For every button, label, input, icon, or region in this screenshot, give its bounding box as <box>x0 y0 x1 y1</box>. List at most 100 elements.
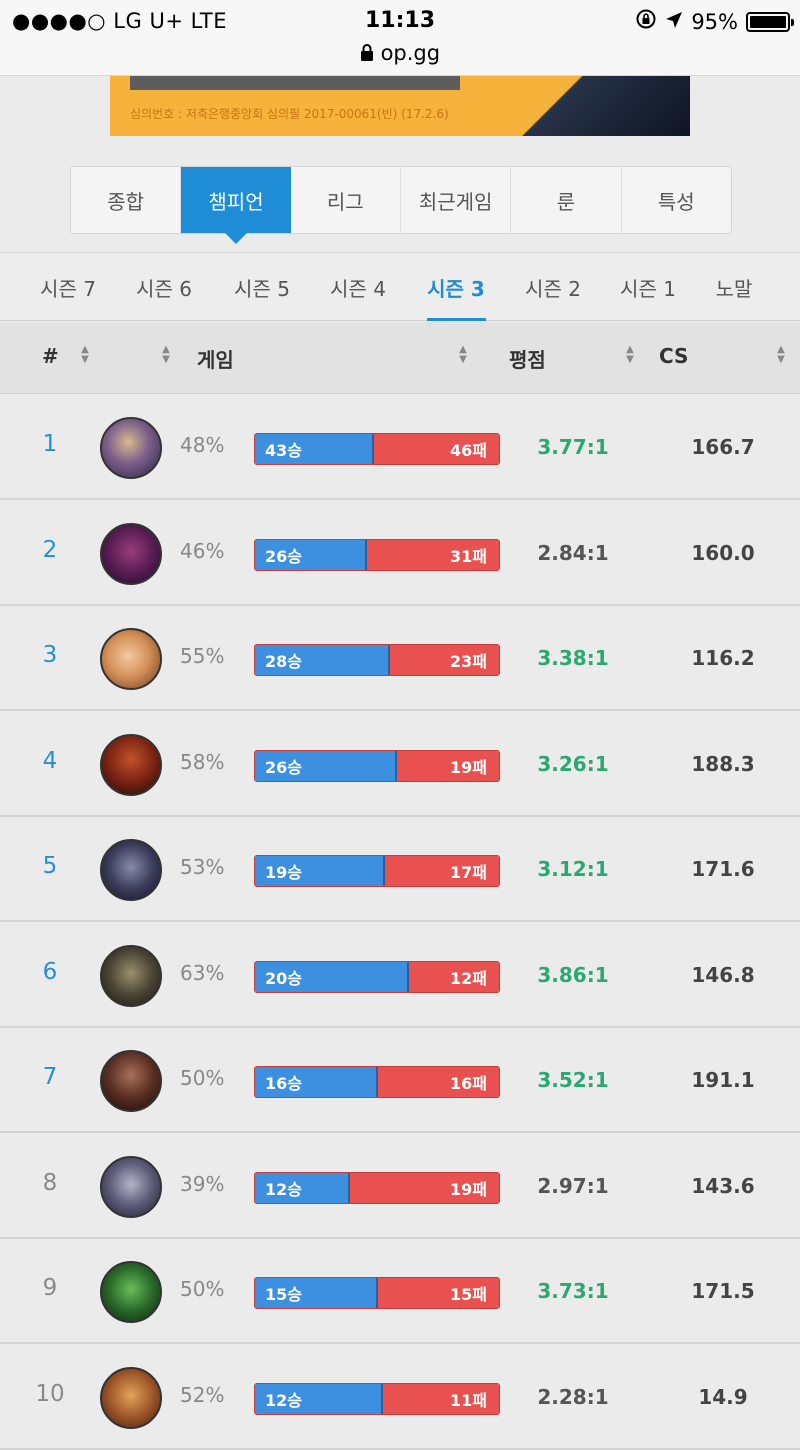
kda-ratio: 3.73:1 <box>537 1279 609 1303</box>
row-rank: 5 <box>42 853 58 879</box>
losses-segment: 19패 <box>397 750 499 781</box>
cs-value: 143.6 <box>691 1173 755 1198</box>
table-row[interactable]: 7 50% 16승 16패 3.52:1 191.1 <box>0 1028 800 1133</box>
ad-dark-strip <box>130 76 460 90</box>
tab-recent-games[interactable]: 최근게임 <box>401 167 512 233</box>
row-rank: 7 <box>42 1064 58 1090</box>
tab-season-7[interactable]: 시즌 7 <box>40 273 96 302</box>
champion-avatar[interactable] <box>100 1155 162 1218</box>
tab-season-6[interactable]: 시즌 6 <box>136 273 192 302</box>
header-rank[interactable]: # <box>42 344 59 368</box>
table-row[interactable]: 1 48% 43승 46패 3.77:1 166.7 <box>0 395 800 500</box>
table-row[interactable]: 9 50% 15승 15패 3.73:1 171.5 <box>0 1239 800 1344</box>
wins-segment: 26승 <box>255 539 367 570</box>
tab-season-3[interactable]: 시즌 3 <box>427 273 485 302</box>
wins-segment: 16승 <box>255 1067 378 1097</box>
main-tab-bar: 종합 챔피언 리그 최근게임 룬 특성 <box>70 166 732 244</box>
wins-segment: 15승 <box>255 1278 378 1308</box>
losses-segment: 31패 <box>367 539 499 570</box>
losses-segment: 12패 <box>409 961 499 992</box>
win-loss-bar: 15승 15패 <box>254 1277 500 1309</box>
url-text: op.gg <box>380 41 441 65</box>
table-row[interactable]: 8 39% 12승 19패 2.97:1 143.6 <box>0 1133 800 1239</box>
win-rate: 55% <box>180 644 225 668</box>
win-rate: 39% <box>180 1171 225 1196</box>
tab-season-5[interactable]: 시즌 5 <box>234 273 290 302</box>
champion-avatar[interactable] <box>100 944 162 1007</box>
ad-legal-text: 심의번호 : 저축은행중앙회 심의필 2017-00061(빈) (17.2.6… <box>130 107 449 121</box>
address-bar[interactable]: op.gg <box>0 41 800 65</box>
champion-avatar[interactable] <box>100 733 162 796</box>
win-loss-bar: 16승 16패 <box>254 1066 500 1098</box>
win-loss-bar: 26승 31패 <box>254 538 500 571</box>
table-row[interactable]: 5 53% 19승 17패 3.12:1 171.6 <box>0 817 800 922</box>
sort-icon[interactable]: ▲ ▼ <box>775 345 787 365</box>
champion-avatar[interactable] <box>100 1366 162 1429</box>
tab-normal[interactable]: 노말 <box>716 273 753 302</box>
cs-value: 116.2 <box>691 646 755 670</box>
win-loss-bar: 19승 17패 <box>254 855 500 887</box>
row-rank: 9 <box>42 1275 58 1301</box>
tab-season-4[interactable]: 시즌 4 <box>330 273 386 302</box>
cs-value: 171.5 <box>691 1279 755 1303</box>
kda-ratio: 2.84:1 <box>537 540 609 565</box>
row-rank: 10 <box>35 1380 65 1407</box>
row-rank: 4 <box>42 747 58 774</box>
kda-ratio: 2.28:1 <box>537 1384 609 1409</box>
wins-segment: 43승 <box>255 434 374 464</box>
kda-ratio: 3.52:1 <box>537 1068 609 1092</box>
champion-avatar[interactable] <box>100 628 162 690</box>
wins-segment: 28승 <box>255 645 390 675</box>
win-loss-bar: 26승 19패 <box>254 749 500 782</box>
sort-icon[interactable]: ▲ ▼ <box>624 345 636 365</box>
ad-banner[interactable]: 심의번호 : 저축은행중앙회 심의필 2017-00061(빈) (17.2.6… <box>110 76 690 136</box>
tab-season-2[interactable]: 시즌 2 <box>525 273 581 302</box>
table-row[interactable]: 4 58% 26승 19패 3.26:1 188.3 <box>0 711 800 817</box>
champion-avatar[interactable] <box>100 1050 162 1112</box>
location-icon <box>665 10 683 34</box>
cs-value: 146.8 <box>691 962 755 987</box>
losses-segment: 17패 <box>385 856 499 886</box>
tab-summary[interactable]: 종합 <box>71 167 182 233</box>
losses-segment: 23패 <box>390 645 499 675</box>
tab-masteries[interactable]: 특성 <box>622 167 731 233</box>
table-row[interactable]: 6 63% 20승 12패 3.86:1 146.8 <box>0 922 800 1028</box>
champion-avatar[interactable] <box>100 522 162 585</box>
win-loss-bar: 20승 12패 <box>254 960 500 993</box>
table-row[interactable]: 10 52% 12승 11패 2.28:1 14.9 <box>0 1344 800 1450</box>
champion-avatar[interactable] <box>100 1261 162 1323</box>
wins-segment: 26승 <box>255 750 397 781</box>
win-rate: 63% <box>180 960 225 985</box>
sort-icon[interactable]: ▲ ▼ <box>457 345 469 365</box>
tab-champion[interactable]: 챔피언 <box>181 167 291 244</box>
row-rank: 1 <box>42 431 58 457</box>
wins-segment: 19승 <box>255 856 385 886</box>
header-cs[interactable]: CS <box>659 344 688 368</box>
losses-segment: 19패 <box>350 1172 499 1203</box>
rotation-lock-icon <box>635 8 657 35</box>
champion-avatar[interactable] <box>100 417 162 479</box>
table-row[interactable]: 3 55% 28승 23패 3.38:1 116.2 <box>0 606 800 711</box>
cs-value: 166.7 <box>691 435 755 459</box>
status-bar: ●●●●○ LG U+ LTE 11:13 op.gg 95% <box>0 0 800 76</box>
battery-percent: 95% <box>691 9 738 34</box>
row-rank: 6 <box>42 958 58 985</box>
row-rank: 3 <box>42 642 58 668</box>
wins-segment: 20승 <box>255 961 409 992</box>
kda-ratio: 3.12:1 <box>537 857 609 881</box>
win-rate: 58% <box>180 749 225 774</box>
sort-icon[interactable]: ▲ ▼ <box>160 345 172 365</box>
tab-season-1[interactable]: 시즌 1 <box>620 273 676 302</box>
win-loss-bar: 28승 23패 <box>254 644 500 676</box>
ad-person-image <box>490 76 690 136</box>
champion-avatar[interactable] <box>100 839 162 901</box>
cs-value: 188.3 <box>691 751 755 776</box>
tab-runes[interactable]: 룬 <box>511 167 622 233</box>
sort-icon[interactable]: ▲ ▼ <box>79 345 91 365</box>
table-row[interactable]: 2 46% 26승 31패 2.84:1 160.0 <box>0 500 800 606</box>
header-kda[interactable]: 평점 <box>509 344 546 373</box>
tab-league[interactable]: 리그 <box>291 167 401 233</box>
battery-icon <box>746 11 794 32</box>
cs-value: 14.9 <box>698 1384 748 1409</box>
header-games[interactable]: 게임 <box>197 344 234 373</box>
